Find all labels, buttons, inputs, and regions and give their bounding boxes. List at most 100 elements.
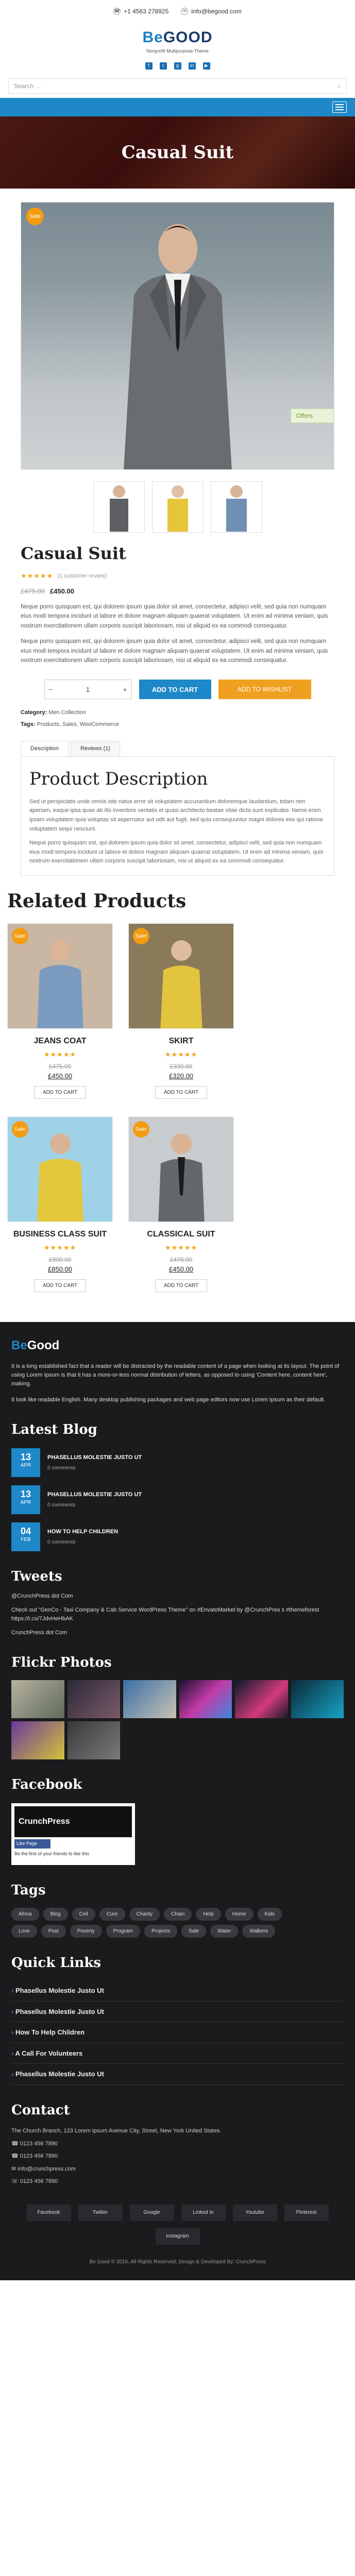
tag-item[interactable]: Poverty xyxy=(70,1925,102,1938)
youtube-button[interactable]: Youtube xyxy=(232,2204,277,2221)
quick-link[interactable]: Phasellus Molestie Justo Ut xyxy=(11,1980,344,2002)
youtube-icon[interactable]: ▶ xyxy=(202,62,210,70)
blog-title[interactable]: HOW TO HELP CHILDREN xyxy=(47,1528,118,1536)
product-card: Sale! BUSINESS CLASS SUIT ★★★★★ £900.00 … xyxy=(7,1116,113,1292)
product-card-image[interactable]: Sale! xyxy=(7,923,113,1029)
tag-item[interactable]: Water xyxy=(210,1925,239,1938)
menu-toggle-icon[interactable] xyxy=(332,101,347,113)
thumbnail-1[interactable] xyxy=(93,481,145,533)
tag-item[interactable]: Post xyxy=(41,1925,66,1938)
footer-about-2: It look like readable English. Many desk… xyxy=(11,1397,326,1403)
flickr-photo[interactable] xyxy=(11,1721,64,1760)
tag-item[interactable]: Home xyxy=(225,1908,253,1921)
plus-icon[interactable]: + xyxy=(123,685,127,695)
search-bar[interactable]: Search … ⌕ xyxy=(8,78,347,94)
add-to-cart-button[interactable]: ADD TO CART xyxy=(139,680,211,700)
blog-item[interactable]: 04 FEB HOW TO HELP CHILDREN 0 comments xyxy=(11,1522,344,1552)
review-link[interactable]: (1 customer review) xyxy=(57,572,107,581)
email-info[interactable]: ✉ info@begood.com xyxy=(181,7,242,16)
product-card-image[interactable]: Sale! xyxy=(128,923,234,1029)
facebook-text: Be the first of your friends to like thi… xyxy=(14,1851,90,1856)
tag-item[interactable]: Love xyxy=(11,1925,37,1938)
quick-link[interactable]: A Call For Volunteers xyxy=(11,2043,344,2064)
tag-item[interactable]: Cell xyxy=(72,1908,95,1921)
quick-link[interactable]: Phasellus Molestie Justo Ut xyxy=(11,2002,344,2023)
flickr-photo[interactable] xyxy=(11,1680,64,1719)
flickr-photo[interactable] xyxy=(67,1721,120,1760)
minus-icon[interactable]: − xyxy=(49,685,53,695)
blog-item[interactable]: 13 APR PHASELLUS MOLESTIE JUSTO UT 0 comme… xyxy=(11,1485,344,1515)
facebook-page-name[interactable]: CrunchPress xyxy=(14,1806,132,1838)
facebook-button[interactable]: Facebook xyxy=(26,2204,71,2221)
tag-item[interactable]: Kids xyxy=(257,1908,282,1921)
facebook-like-button[interactable]: Like Page xyxy=(14,1839,50,1849)
product-name[interactable]: BUSINESS CLASS SUIT xyxy=(7,1228,113,1241)
contact-email[interactable]: info@crunchpress.com xyxy=(18,2166,76,2172)
add-to-cart-button[interactable]: ADD TO CART xyxy=(33,1086,87,1099)
blog-title[interactable]: PHASELLUS MOLESTIE JUSTO UT xyxy=(47,1453,142,1462)
google-button[interactable]: Google xyxy=(129,2204,174,2221)
search-icon[interactable]: ⌕ xyxy=(337,81,341,91)
tag-item[interactable]: Chain xyxy=(164,1908,192,1921)
sale-badge: Sale! xyxy=(12,928,28,944)
add-to-cart-button[interactable]: ADD TO CART xyxy=(155,1279,208,1292)
instagram-button[interactable]: Instagram xyxy=(155,2228,200,2245)
facebook-icon[interactable]: f xyxy=(145,62,153,70)
search-input[interactable]: Search … xyxy=(14,81,41,91)
blog-day: 13 xyxy=(20,1489,31,1500)
google-plus-icon[interactable]: g xyxy=(174,62,181,70)
description-panel: Product Description Sed ut perspiciatis … xyxy=(21,756,334,876)
linkedin-icon[interactable]: in xyxy=(188,62,196,70)
flickr-photo[interactable] xyxy=(123,1680,176,1719)
twitter-icon[interactable]: t xyxy=(159,62,167,70)
email-text[interactable]: info@begood.com xyxy=(191,7,242,16)
phone-icon: ☎ xyxy=(11,2140,20,2147)
tweet-3[interactable]: CrunchPress dot Com xyxy=(11,1629,344,1637)
product-card-image[interactable]: Sale! xyxy=(7,1116,113,1222)
tag-item[interactable]: Walkers xyxy=(242,1925,276,1938)
add-to-cart-button[interactable]: ADD TO CART xyxy=(155,1086,208,1099)
product-main-image[interactable]: Sale Offers xyxy=(21,202,334,470)
facebook-widget[interactable]: CrunchPress Like Page Be the first of yo… xyxy=(11,1803,135,1866)
tag-item[interactable]: Cure xyxy=(99,1908,125,1921)
twitter-button[interactable]: Twitter xyxy=(78,2204,123,2221)
product-card-image[interactable]: Sale! xyxy=(128,1116,234,1222)
product-name[interactable]: SKIRT xyxy=(128,1035,234,1047)
flickr-photo[interactable] xyxy=(67,1680,120,1719)
add-to-cart-button[interactable]: ADD TO CART xyxy=(33,1279,87,1292)
tags-links[interactable]: Products, Sales, WooCommerce xyxy=(37,721,119,727)
tag-item[interactable]: Projects xyxy=(144,1925,178,1938)
flickr-photo[interactable] xyxy=(179,1680,232,1719)
new-price: £450.00 xyxy=(50,587,74,595)
product-name[interactable]: JEANS COAT xyxy=(7,1035,113,1047)
quantity-stepper[interactable]: − 1 + xyxy=(44,680,132,700)
thumbnail-2[interactable] xyxy=(151,481,204,533)
add-to-wishlist-button[interactable]: ADD TO WISHLIST xyxy=(218,680,311,700)
tag-item[interactable]: Program xyxy=(106,1925,140,1938)
flickr-photo[interactable] xyxy=(291,1680,344,1719)
thumb-yellow-image xyxy=(167,485,188,532)
quick-link[interactable]: How To Help Children xyxy=(11,2022,344,2043)
blog-item[interactable]: 13 APR PHASELLUS MOLESTIE JUSTO UT 0 comme… xyxy=(11,1448,344,1478)
pinterest-button[interactable]: Pinterest xyxy=(284,2204,329,2221)
footer-logo[interactable]: BeGood xyxy=(11,1336,344,1355)
blog-title[interactable]: PHASELLUS MOLESTIE JUSTO UT xyxy=(47,1490,142,1499)
tag-item[interactable]: Africa xyxy=(11,1908,39,1921)
tab-description[interactable]: Description xyxy=(21,741,69,756)
tag-item[interactable]: Blog xyxy=(43,1908,68,1921)
linkedin-button[interactable]: Linked In xyxy=(181,2204,226,2221)
tweet-1[interactable]: @CrunchPress dot Com xyxy=(11,1592,344,1601)
quick-link[interactable]: Phasellus Molestie Justo Ut xyxy=(11,2064,344,2085)
product-name[interactable]: CLASSICAL SUIT xyxy=(128,1228,234,1241)
flickr-photo[interactable] xyxy=(235,1680,288,1719)
thumbnail-3[interactable] xyxy=(210,481,262,533)
tab-reviews[interactable]: Reviews (1) xyxy=(71,741,121,756)
tag-item[interactable]: Help xyxy=(196,1908,221,1921)
tweet-2[interactable]: Check out "GenCo - Taxi Company & Cab Se… xyxy=(11,1606,344,1623)
tag-item[interactable]: Sale xyxy=(181,1925,207,1938)
tag-item[interactable]: Charity xyxy=(129,1908,160,1921)
product-card: Sale! CLASSICAL SUIT ★★★★★ £478.00 £450.… xyxy=(128,1116,234,1292)
category-link[interactable]: Men Collection xyxy=(48,709,86,716)
quantity-value[interactable]: 1 xyxy=(86,685,90,695)
site-logo[interactable]: BeGOOD Nonprofit Multipurpose Theme xyxy=(0,23,355,59)
